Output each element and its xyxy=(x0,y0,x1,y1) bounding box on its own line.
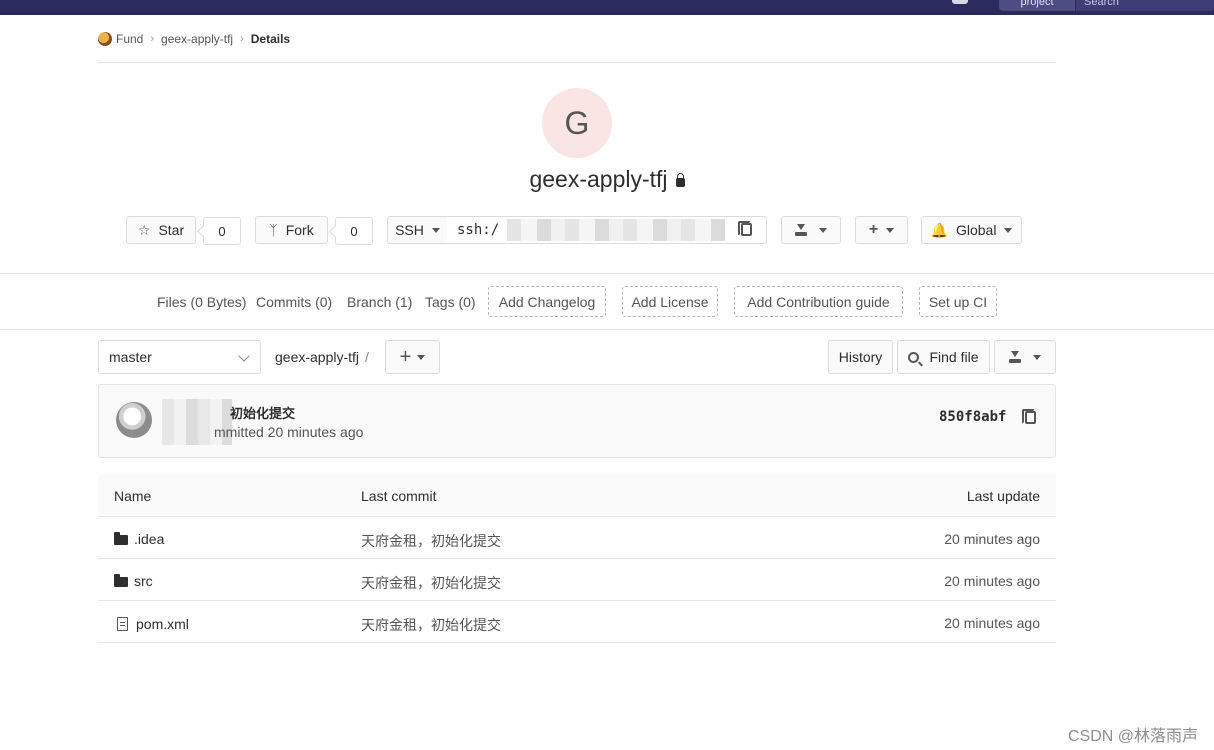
chevron-right-icon: › xyxy=(240,33,244,45)
file-name[interactable]: src xyxy=(114,573,153,589)
breadcrumb-current[interactable]: Details xyxy=(251,32,290,46)
add-to-tree-dropdown[interactable]: + xyxy=(385,340,440,374)
search-input[interactable]: Search xyxy=(1076,0,1214,11)
divider xyxy=(0,273,1214,274)
history-button[interactable]: History xyxy=(828,340,893,374)
branch-select[interactable]: master xyxy=(98,340,261,374)
find-file-label: Find file xyxy=(929,349,979,365)
file-name[interactable]: .idea xyxy=(114,531,164,547)
file-commit-message[interactable]: 天府金租，初始化提交 xyxy=(361,615,501,635)
caret-down-icon xyxy=(417,354,426,360)
repo-path-root[interactable]: geex-apply-tfj xyxy=(275,349,359,365)
table-row[interactable]: pom.xml 天府金租，初始化提交 20 minutes ago xyxy=(98,601,1056,643)
path-separator: / xyxy=(365,349,369,365)
table-row[interactable]: .idea 天府金租，初始化提交 20 minutes ago xyxy=(98,517,1056,559)
breadcrumb-group[interactable]: Fund xyxy=(116,32,143,46)
file-name-text: src xyxy=(134,573,153,589)
commit-title[interactable]: 初始化提交 xyxy=(230,403,295,422)
project-title: geex-apply-tfj xyxy=(440,166,774,193)
file-updated: 20 minutes ago xyxy=(944,531,1040,547)
chevron-down-icon xyxy=(238,350,250,362)
lock-icon xyxy=(675,173,685,187)
add-license-button[interactable]: Add License xyxy=(622,286,718,317)
clone-protocol-label: SSH xyxy=(395,222,424,238)
caret-down-icon xyxy=(819,227,827,233)
breadcrumb: Fund › geex-apply-tfj › Details xyxy=(98,30,290,48)
project-avatar: G xyxy=(542,88,612,158)
find-file-button[interactable]: Find file xyxy=(897,340,990,374)
chevron-right-icon: › xyxy=(150,33,155,45)
watermark: CSDN @林落雨声 xyxy=(1067,728,1198,745)
star-icon: ☆ xyxy=(137,221,151,238)
divider xyxy=(98,62,1056,63)
breadcrumb-project[interactable]: geex-apply-tfj xyxy=(161,32,233,46)
group-avatar-icon xyxy=(98,32,112,46)
file-name[interactable]: pom.xml xyxy=(114,615,189,632)
redacted-url xyxy=(507,219,725,241)
commit-sha[interactable]: 850f8abf xyxy=(939,409,1006,425)
file-icon xyxy=(117,617,128,631)
add-contribution-button[interactable]: Add Contribution guide xyxy=(734,286,903,317)
star-label: Star xyxy=(158,222,185,238)
bell-icon: 🔔 xyxy=(930,221,948,238)
project-name: geex-apply-tfj xyxy=(529,166,668,192)
fork-label: Fork xyxy=(285,222,314,238)
caret-down-icon xyxy=(1004,227,1013,233)
notification-label: Global xyxy=(955,222,997,238)
notification-dropdown[interactable]: 🔔 Global xyxy=(921,216,1022,244)
file-updated: 20 minutes ago xyxy=(944,615,1040,631)
divider xyxy=(0,329,1214,330)
repo-path: geex-apply-tfj / xyxy=(275,349,369,365)
column-name: Name xyxy=(114,488,152,504)
download-dropdown[interactable] xyxy=(781,216,841,244)
branch-select-value: master xyxy=(109,349,152,365)
stat-commits[interactable]: Commits (0) xyxy=(256,294,332,310)
caret-down-icon xyxy=(431,227,440,233)
add-changelog-button[interactable]: Add Changelog xyxy=(488,286,606,317)
stat-files[interactable]: Files (0 Bytes) xyxy=(157,294,246,310)
column-last-commit: Last commit xyxy=(361,488,437,504)
stat-branch[interactable]: Branch (1) xyxy=(347,294,412,310)
file-name-text: .idea xyxy=(134,531,165,547)
repo-download-dropdown[interactable] xyxy=(994,340,1056,374)
caret-down-icon xyxy=(886,227,895,233)
file-updated: 20 minutes ago xyxy=(944,573,1040,589)
file-tree-header: Name Last commit Last update xyxy=(98,474,1056,517)
search-icon xyxy=(908,351,920,363)
folder-icon xyxy=(114,574,128,587)
plus-icon: + xyxy=(399,346,412,368)
star-count[interactable]: 0 xyxy=(203,217,241,245)
new-item-dropdown[interactable]: + xyxy=(855,216,908,244)
file-commit-message[interactable]: 天府金租，初始化提交 xyxy=(361,573,501,593)
file-commit-message[interactable]: 天府金租，初始化提交 xyxy=(361,531,501,551)
stat-tags[interactable]: Tags (0) xyxy=(425,294,476,310)
file-name-text: pom.xml xyxy=(136,616,189,632)
star-button[interactable]: ☆ Star xyxy=(126,216,196,244)
fork-icon: ᛉ xyxy=(269,222,278,238)
fork-button[interactable]: ᛉ Fork xyxy=(255,216,328,244)
setup-ci-button[interactable]: Set up CI xyxy=(919,286,997,317)
folder-icon xyxy=(114,532,128,545)
fork-count[interactable]: 0 xyxy=(335,217,373,245)
todo-icon[interactable] xyxy=(952,0,968,4)
last-commit-panel: 初始化提交 mmitted 20 minutes ago 850f8abf xyxy=(98,384,1056,458)
plus-icon: + xyxy=(868,221,879,238)
commit-meta: mmitted 20 minutes ago xyxy=(214,424,364,440)
top-navbar: project Search xyxy=(0,0,1214,15)
clone-protocol-dropdown[interactable]: SSH xyxy=(387,216,448,244)
download-icon xyxy=(795,224,807,236)
download-icon xyxy=(1009,351,1021,363)
table-row[interactable]: src 天府金租，初始化提交 20 minutes ago xyxy=(98,559,1056,601)
column-last-update: Last update xyxy=(966,488,1040,504)
copy-icon[interactable] xyxy=(738,221,752,236)
copy-icon[interactable] xyxy=(1022,409,1036,424)
clone-url-input[interactable]: ssh:/ xyxy=(447,216,767,244)
caret-down-icon xyxy=(1033,354,1041,360)
avatar[interactable] xyxy=(116,402,152,438)
clone-url-text: ssh:/ xyxy=(457,222,500,238)
project-button[interactable]: project xyxy=(999,0,1075,11)
file-tree: Name Last commit Last update .idea 天府金租，… xyxy=(98,474,1056,643)
